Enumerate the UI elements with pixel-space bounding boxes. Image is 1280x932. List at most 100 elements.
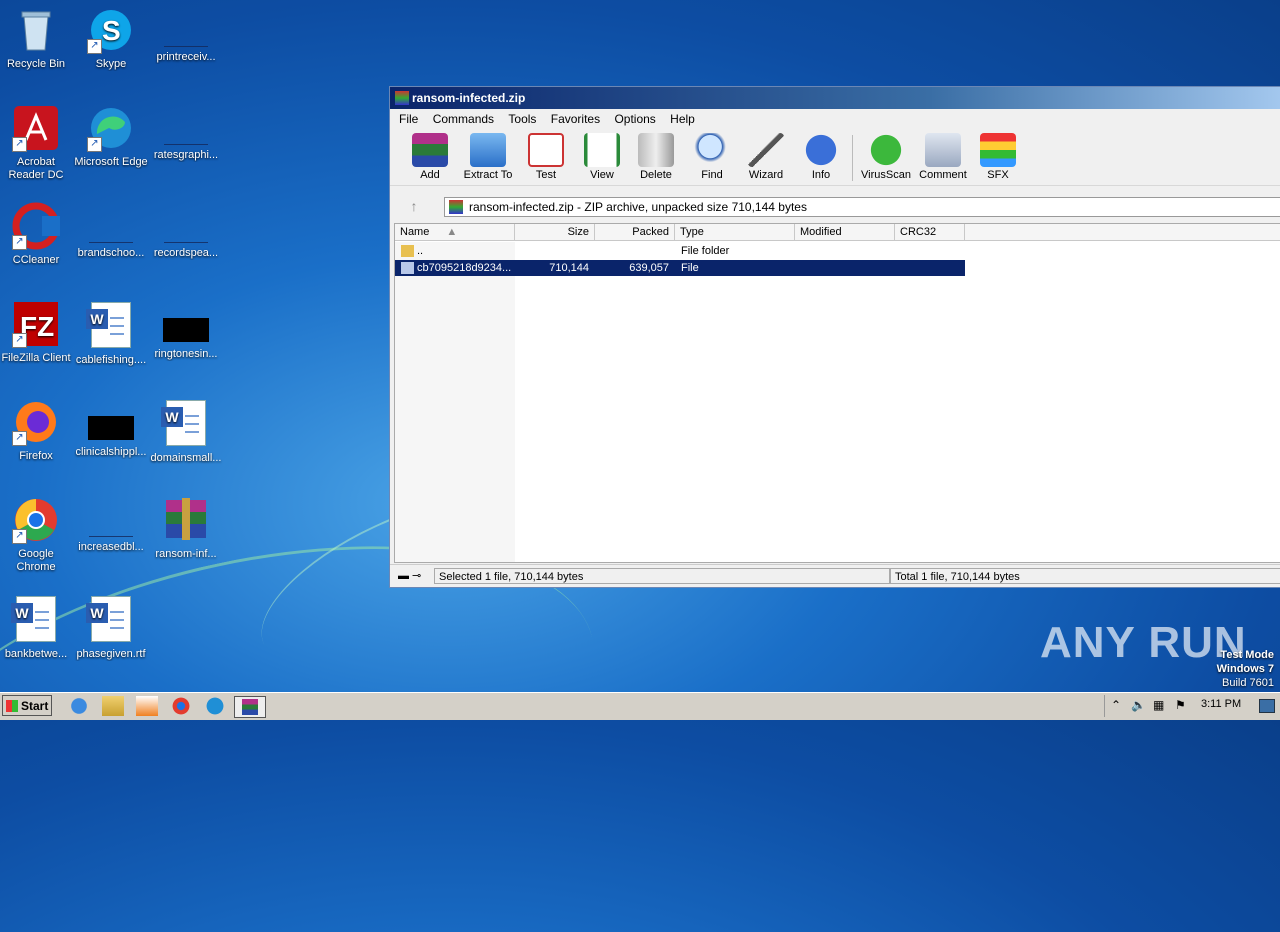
start-button[interactable]: Start <box>2 695 52 716</box>
chrome-icon[interactable] <box>170 696 192 716</box>
file-thumbnail <box>164 216 208 243</box>
table-row[interactable]: .. File folder <box>395 243 965 259</box>
word-document-icon: W <box>86 596 131 642</box>
explorer-icon[interactable] <box>102 696 124 716</box>
file-list[interactable]: Name ▲ Size Packed Type Modified CRC32 .… <box>394 223 1280 563</box>
flag-icon[interactable]: ⚑ <box>1175 698 1186 712</box>
winrar-icon <box>395 91 409 105</box>
desktop-icon-domainsmall[interactable]: W domainsmall... <box>148 398 224 465</box>
toolbar-separator <box>852 135 853 181</box>
sfx-button[interactable]: SFX <box>968 133 1028 181</box>
wizard-button[interactable]: Wizard <box>736 133 796 181</box>
desktop-icon-label: cablefishing.... <box>75 354 147 366</box>
desktop-icon-label: Skype <box>95 58 127 70</box>
desktop-icon-clinicalshippl[interactable]: clinicalshippl... <box>73 398 149 459</box>
clock[interactable]: 3:11 PM <box>1201 698 1241 710</box>
word-document-icon: W <box>161 400 206 446</box>
column-header-type[interactable]: Type <box>675 224 795 241</box>
ie-icon[interactable] <box>68 696 90 716</box>
sfx-icon <box>980 133 1016 167</box>
sfx-label: SFX <box>987 169 1009 181</box>
desktop-icon-increasedbl[interactable]: increasedbl... <box>73 496 149 554</box>
desktop-icon-chrome[interactable]: ↗ Google Chrome <box>0 496 74 574</box>
delete-button[interactable]: Delete <box>626 133 686 181</box>
edge-icon[interactable] <box>204 696 226 716</box>
address-field[interactable]: ransom-infected.zip - ZIP archive, unpac… <box>444 197 1280 217</box>
windows-flag-icon <box>6 700 18 712</box>
status-total: Total 1 file, 710,144 bytes <box>890 568 1280 584</box>
desktop-icon-ringtonesin[interactable]: ringtonesin... <box>148 300 224 361</box>
test-label: Test <box>535 169 557 181</box>
desktop-icon-printreceiv[interactable]: printreceiv... <box>148 6 224 64</box>
info-icon <box>803 133 839 167</box>
comment-button[interactable]: Comment <box>913 133 973 181</box>
row-name: .. <box>417 245 424 257</box>
desktop-icon-ratesgraphi[interactable]: ratesgraphi... <box>148 104 224 162</box>
windows-version-line: Windows 7 <box>1216 663 1274 675</box>
desktop-icon-recycle-bin[interactable]: Recycle Bin <box>0 6 74 71</box>
tray-arrow-icon[interactable]: ⌃ <box>1111 698 1121 712</box>
test-button[interactable]: Test <box>516 133 576 181</box>
menu-help[interactable]: Help <box>670 112 695 126</box>
winrar-window[interactable]: ransom-infected.zip File Commands Tools … <box>389 86 1280 588</box>
menu-file[interactable]: File <box>399 112 418 126</box>
desktop-icon-ccleaner[interactable]: ↗ CCleaner <box>0 202 74 267</box>
add-label: Add <box>420 169 440 181</box>
address-text: ransom-infected.zip - ZIP archive, unpac… <box>469 200 807 214</box>
file-thumbnail <box>164 118 208 145</box>
desktop-icon-cablefishing[interactable]: W cablefishing.... <box>73 300 149 367</box>
menu-bar: File Commands Tools Favorites Options He… <box>390 109 1280 129</box>
desktop-icon-firefox[interactable]: ↗ Firefox <box>0 398 74 463</box>
acrobat-icon: ↗ <box>12 104 60 152</box>
add-button[interactable]: Add <box>400 133 460 181</box>
view-button[interactable]: View <box>572 133 632 181</box>
column-header-name[interactable]: Name ▲ <box>395 224 515 241</box>
desktop-icon-skype[interactable]: S ↗ Skype <box>73 6 149 71</box>
wand-icon <box>748 133 784 167</box>
desktop-icon-label: recordspea... <box>153 247 219 259</box>
system-tray: ⌃ 🔈 ▦ ⚑ 3:11 PM <box>1104 695 1280 717</box>
desktop-icon-ransom-inf[interactable]: ransom-inf... <box>148 496 224 561</box>
show-desktop-icon[interactable] <box>1259 699 1275 713</box>
test-mode-line: Test Mode <box>1220 649 1274 661</box>
desktop-icon-brandschoo[interactable]: brandschoo... <box>73 202 149 260</box>
desktop-icon-phasegiven[interactable]: W phasegiven.rtf <box>73 594 149 661</box>
virusscan-button[interactable]: VirusScan <box>856 133 916 181</box>
menu-options[interactable]: Options <box>614 112 655 126</box>
desktop-icon-bankbetwe[interactable]: W bankbetwe... <box>0 594 74 661</box>
media-player-icon[interactable] <box>136 696 158 716</box>
desktop-icon-label: ratesgraphi... <box>153 149 219 161</box>
ccleaner-icon: ↗ <box>12 202 60 250</box>
extract-to-button[interactable]: Extract To <box>458 133 518 181</box>
column-header-size[interactable]: Size <box>515 224 595 241</box>
column-header-modified[interactable]: Modified <box>795 224 895 241</box>
file-thumbnail <box>163 318 209 342</box>
desktop-icon-label: FileZilla Client <box>1 352 71 364</box>
up-arrow-icon[interactable]: ↑ <box>400 198 428 216</box>
desktop-icon-label: Acrobat Reader DC <box>8 156 64 181</box>
column-header-packed[interactable]: Packed <box>595 224 675 241</box>
drive-icon[interactable]: ▬ ⊸ <box>394 568 434 584</box>
table-row-selected[interactable]: cb7095218d9234... 710,144 639,057 File <box>395 260 965 276</box>
find-button[interactable]: Find <box>682 133 742 181</box>
desktop-icon-recordspea[interactable]: recordspea... <box>148 202 224 260</box>
window-titlebar[interactable]: ransom-infected.zip <box>390 87 1280 109</box>
desktop-icon-filezilla[interactable]: FZ ↗ FileZilla Client <box>0 300 74 365</box>
menu-favorites[interactable]: Favorites <box>551 112 600 126</box>
row-type: File folder <box>681 245 730 257</box>
menu-commands[interactable]: Commands <box>433 112 494 126</box>
info-label: Info <box>811 169 831 181</box>
info-button[interactable]: Info <box>791 133 851 181</box>
volume-icon[interactable]: 🔈 <box>1131 698 1146 712</box>
desktop-icon-edge[interactable]: ↗ Microsoft Edge <box>73 104 149 169</box>
network-icon[interactable]: ▦ <box>1153 698 1164 712</box>
wizard-label: Wizard <box>748 169 784 181</box>
taskbar-winrar-button[interactable] <box>234 696 266 718</box>
menu-tools[interactable]: Tools <box>508 112 536 126</box>
edge-icon: ↗ <box>87 104 135 152</box>
address-bar: ↑ ransom-infected.zip - ZIP archive, unp… <box>390 195 1280 219</box>
desktop-icon-acrobat[interactable]: ↗ Acrobat Reader DC <box>0 104 74 182</box>
svg-text:S: S <box>102 15 121 46</box>
winrar-archive-icon <box>162 496 210 544</box>
column-header-crc32[interactable]: CRC32 <box>895 224 965 241</box>
